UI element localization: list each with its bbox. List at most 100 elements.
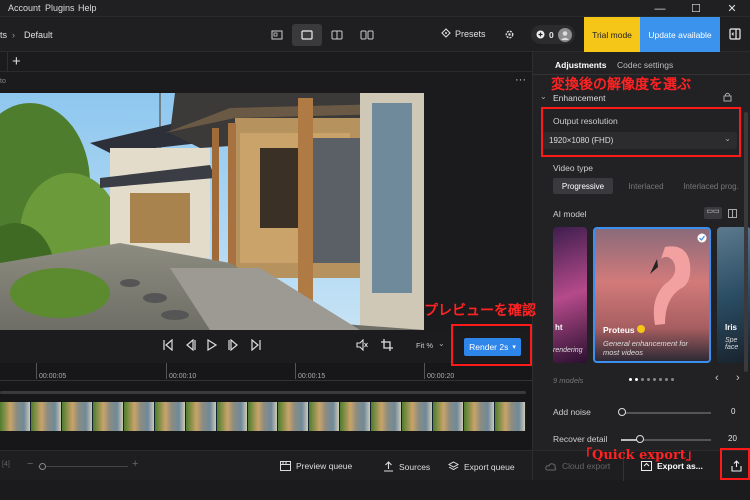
step-forward-icon[interactable] [228, 339, 240, 351]
presets-button[interactable]: Presets [440, 28, 486, 39]
preview-header: to ··· [0, 72, 532, 92]
timeline-tick: 00:00:10 [169, 373, 197, 380]
timeline-tick: 00:00:15 [298, 373, 326, 380]
presets-icon [441, 28, 451, 38]
layers-icon [448, 461, 459, 471]
view-split-button[interactable] [322, 24, 352, 46]
skip-to-end-icon[interactable] [250, 339, 262, 351]
list-view-icon[interactable] [728, 209, 737, 218]
view-side-by-side-button[interactable] [352, 24, 382, 46]
sources-button[interactable]: Sources [383, 461, 430, 472]
annotation-preview-box [451, 324, 532, 366]
zoom-slider-knob[interactable] [39, 463, 46, 470]
filmstrip-frame [154, 402, 186, 431]
video-type-progressive[interactable]: Progressive [553, 178, 613, 194]
zoom-select[interactable]: Fit % [416, 341, 433, 350]
filmstrip-frame [371, 402, 403, 431]
premium-badge-icon [637, 325, 645, 333]
update-available-button[interactable]: Update available [640, 17, 720, 52]
credits-badge[interactable]: 0 [531, 25, 575, 44]
annotation-quick-export: 「Quick export」 [579, 448, 699, 463]
menu-plugins[interactable]: Plugins [45, 3, 75, 13]
filmstrip-frame [309, 402, 341, 431]
menu-bar: Account Plugins Help — ☐ ✕ [0, 0, 750, 17]
skip-to-start-icon[interactable] [162, 339, 174, 351]
zoom-in-icon[interactable]: + [132, 458, 138, 470]
filmstrip-frame [30, 402, 62, 431]
crop-icon[interactable] [381, 339, 393, 351]
add-noise-value[interactable]: 0 [731, 407, 735, 416]
frame-icon [301, 30, 313, 40]
tab-adjustments[interactable]: Adjustments [555, 60, 606, 70]
toolbar: ts › Default Presets 0 Trial mode Update… [0, 17, 750, 52]
filmstrip[interactable] [0, 402, 526, 431]
add-noise-knob[interactable] [618, 408, 626, 416]
model-name: Proteus [603, 325, 635, 335]
view-single-button[interactable] [262, 24, 292, 46]
maximize-icon[interactable]: ☐ [678, 0, 714, 17]
timeline-tick: 00:00:05 [39, 373, 67, 380]
grid-view-icon[interactable]: ▭▭ [704, 207, 722, 219]
collapse-icon[interactable]: ⌄ [540, 92, 547, 101]
play-icon[interactable] [206, 339, 218, 351]
credit-icon [536, 30, 545, 39]
zoom-out-icon[interactable]: − [27, 458, 33, 470]
avatar [557, 27, 572, 42]
video-type-interlaced-prog[interactable]: Interlaced prog. [677, 178, 745, 194]
chevron-right-icon[interactable]: › [736, 372, 740, 384]
filmstrip-frame [340, 402, 372, 431]
add-noise-slider[interactable] [621, 412, 711, 414]
tab-codec-settings[interactable]: Codec settings [617, 60, 673, 70]
annotation-quick-export-box [720, 448, 750, 480]
add-tab-icon[interactable]: + [12, 53, 21, 70]
tab-row: + [0, 52, 532, 72]
export-queue-button[interactable]: Export queue [448, 461, 515, 472]
view-fullframe-button[interactable] [292, 24, 322, 46]
preview-queue-button[interactable]: Preview queue [280, 461, 352, 471]
more-options-icon[interactable]: ··· [515, 74, 526, 86]
chevron-left-icon[interactable]: ‹ [715, 372, 719, 384]
filmstrip-frame [61, 402, 93, 431]
model-card-proteus[interactable]: Proteus General enhancement for most vid… [593, 227, 711, 363]
step-back-icon[interactable] [184, 339, 196, 351]
check-icon [697, 233, 707, 243]
menu-account[interactable]: Account [8, 3, 41, 13]
annotation-preview: プレビューを確認 [424, 303, 536, 319]
filmstrip-frame [433, 402, 465, 431]
filmstrip-frame [464, 402, 495, 431]
breadcrumb-current[interactable]: Default [24, 30, 53, 40]
chevron-right-icon: › [12, 30, 15, 40]
model-card-left[interactable]: ht rendering [553, 227, 587, 363]
chevron-down-icon: ⌄ [438, 339, 445, 348]
filmstrip-frame [216, 402, 248, 431]
zoom-slider[interactable] [38, 466, 128, 467]
sidebar-toggle-icon[interactable] [729, 28, 741, 40]
recover-detail-knob[interactable] [636, 435, 644, 443]
minimize-icon[interactable]: — [642, 0, 678, 17]
carousel-dots[interactable] [629, 378, 674, 381]
filmstrip-frame [495, 402, 526, 431]
models-count: 9 models [553, 376, 584, 385]
film-icon [280, 461, 291, 471]
gear-icon[interactable] [504, 29, 515, 40]
split-view-icon [331, 30, 343, 40]
timeline-scrubber[interactable] [0, 391, 526, 394]
tab-current[interactable] [0, 52, 8, 71]
video-preview[interactable] [0, 93, 424, 330]
filmstrip-frame [0, 402, 31, 431]
side-by-side-icon [360, 30, 374, 40]
lock-icon[interactable] [723, 92, 732, 102]
close-icon[interactable]: ✕ [714, 0, 750, 17]
video-type-interlaced[interactable]: Interlaced [615, 178, 677, 194]
cloud-icon [545, 462, 557, 470]
mute-icon[interactable] [356, 339, 368, 351]
panel-scrollbar[interactable] [744, 112, 748, 372]
annotation-resolution-box [541, 107, 741, 157]
recover-detail-value[interactable]: 20 [728, 434, 737, 443]
filmstrip-frame [92, 402, 124, 431]
upload-icon [384, 461, 393, 472]
trial-mode-button[interactable]: Trial mode [584, 17, 640, 52]
menu-help[interactable]: Help [78, 3, 97, 13]
credits-count: 0 [549, 29, 554, 40]
breadcrumb-prefix[interactable]: ts [0, 30, 7, 40]
